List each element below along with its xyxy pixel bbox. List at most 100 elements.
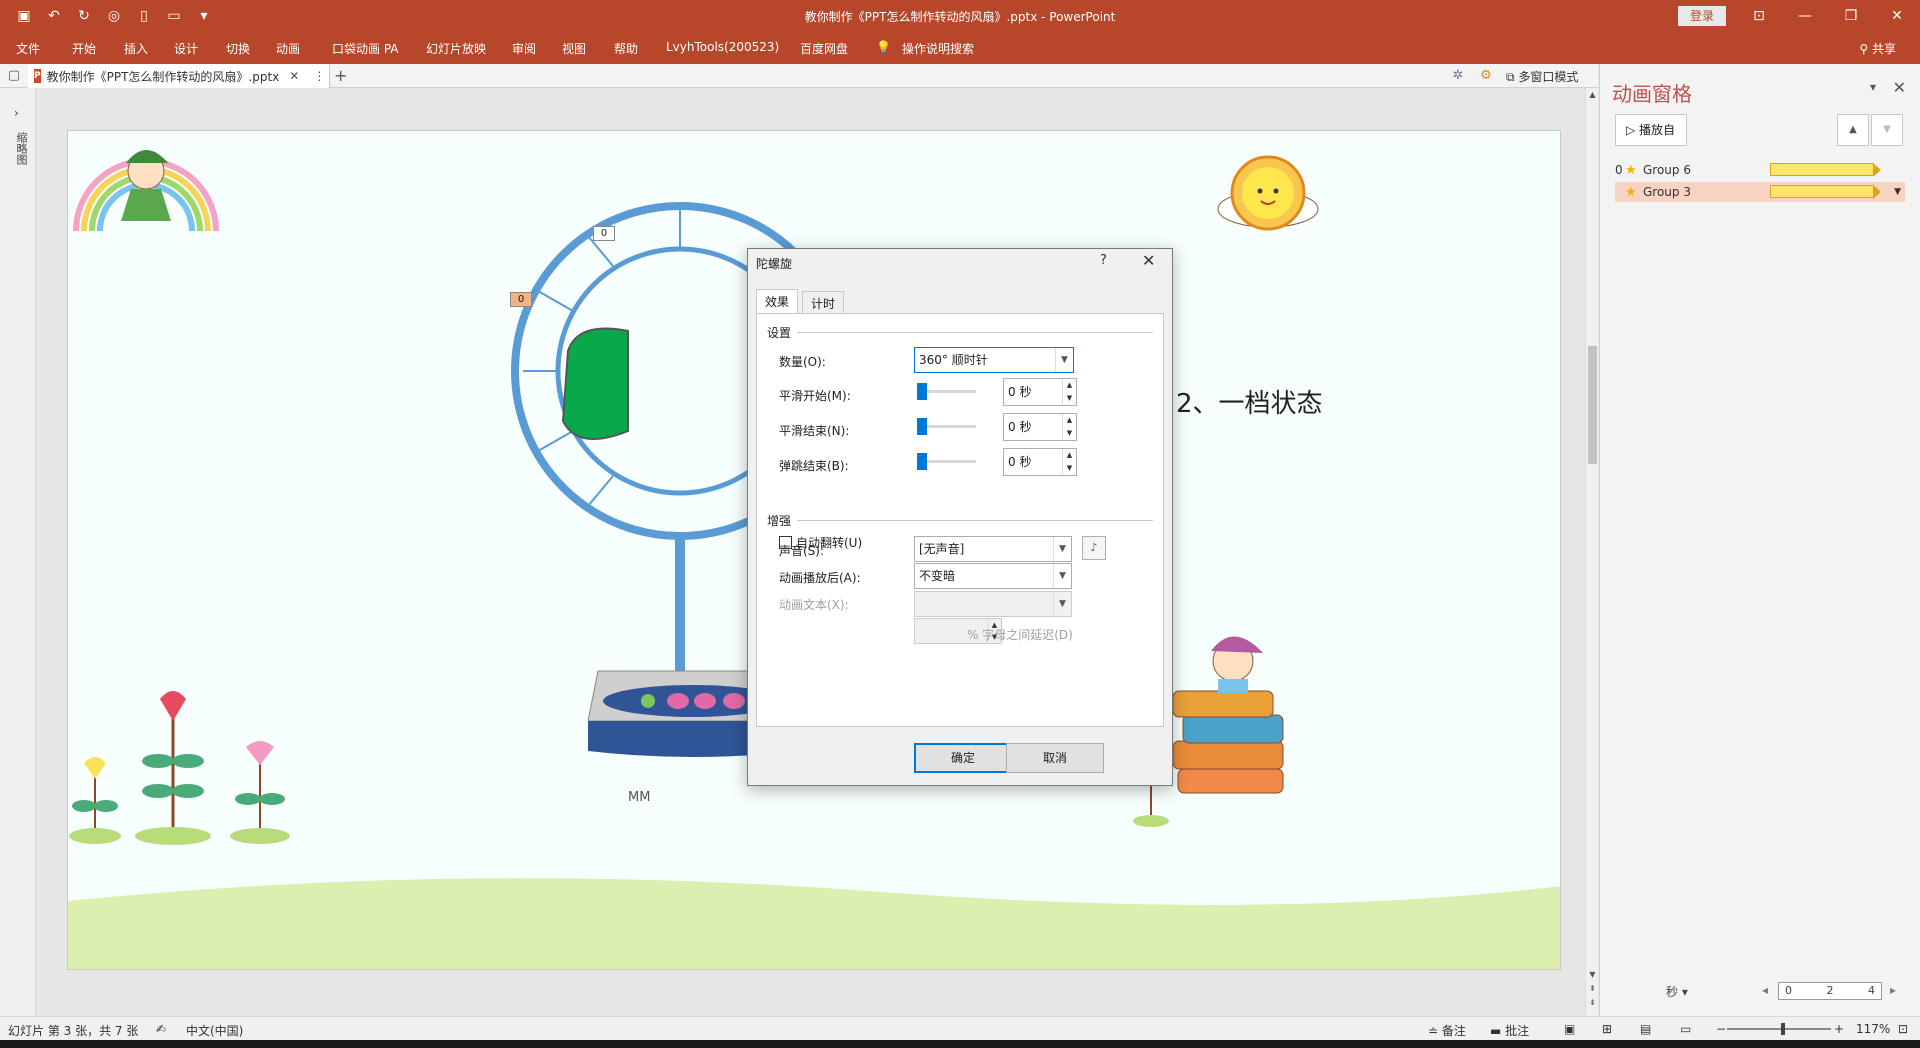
chevron-down-icon[interactable]: ▼ [1053,564,1071,588]
redo-icon[interactable]: ↻ [74,8,94,24]
spin-up-icon[interactable]: ▲ [1062,449,1076,462]
share-button[interactable]: ⚲ 共享 [1859,40,1896,57]
spellcheck-icon[interactable]: ✍ [156,1022,166,1036]
tab-insert[interactable]: 插入 [124,40,148,57]
slide-sorter-icon[interactable]: ⊞ [1602,1022,1612,1036]
slider-knob[interactable] [917,453,927,470]
pin-icon[interactable]: ✲ [1450,68,1466,84]
spin-down-icon[interactable]: ▼ [1062,462,1076,475]
zoom-in-icon[interactable]: + [1834,1022,1844,1036]
spin-down-icon[interactable]: ▼ [1062,427,1076,440]
smooth-start-input[interactable]: 0 秒 ▲ ▼ [1003,378,1077,406]
more-icon[interactable]: ⋮ [309,69,329,83]
help-icon[interactable]: ? [1100,253,1107,268]
smooth-end-input[interactable]: 0 秒 ▲ ▼ [1003,413,1077,441]
tab-baidu-netdisk[interactable]: 百度网盘 [800,40,848,57]
comments-button[interactable]: ▬ 批注 [1490,1022,1529,1039]
slideshow-icon[interactable]: ▭ [1680,1022,1691,1036]
expand-chevron-icon[interactable]: › [14,106,19,120]
tab-animations[interactable]: 动画 [276,40,300,57]
slide-title-text[interactable]: 2、一档状态 [1176,383,1323,420]
fit-to-window-icon[interactable]: ⊡ [1898,1022,1908,1036]
zoom-out-icon[interactable]: − [1716,1022,1726,1036]
spin-up-icon[interactable]: ▲ [1062,379,1076,392]
settings-gear-icon[interactable]: ⚙ [1478,68,1494,84]
animate-text-select[interactable]: ▼ [914,591,1072,617]
cancel-button[interactable]: 取消 [1006,743,1104,773]
zoom-level[interactable]: 117% [1856,1022,1890,1036]
play-from-button[interactable]: ▷ 播放自 [1615,114,1687,146]
document-tab[interactable]: P 教你制作《PPT怎么制作转动的风扇》.pptx ✕ ⋮ [28,64,330,88]
normal-view-icon[interactable]: ▣ [1564,1022,1575,1036]
slider-knob[interactable] [917,383,927,400]
timing-bar[interactable] [1770,163,1881,177]
scroll-up-icon[interactable]: ▲ [1586,90,1599,99]
timeline-unit[interactable]: 秒 ▾ [1666,983,1688,1000]
animation-item[interactable]: 0 ★ Group 6 [1615,160,1905,180]
multi-window-mode[interactable]: ⧉ 多窗口模式 [1506,68,1578,85]
new-tab-icon[interactable]: + [334,66,347,85]
chevron-down-icon[interactable]: ▼ [1053,592,1071,616]
tab-help[interactable]: 帮助 [614,40,638,57]
bounce-end-input[interactable]: 0 秒 ▲ ▼ [1003,448,1077,476]
minimize-icon[interactable]: — [1782,0,1828,32]
login-button[interactable]: 登录 [1678,6,1726,26]
tab-review[interactable]: 审阅 [512,40,536,57]
ribbon-display-icon[interactable]: ⊡ [1736,0,1782,32]
timeline-right-icon[interactable]: ▸ [1890,983,1896,997]
tab-file[interactable]: 文件 [16,40,40,57]
customize-icon[interactable]: ▾ [194,8,214,24]
tab-slideshow[interactable]: 幻灯片放映 [426,40,486,57]
close-pane-icon[interactable]: ✕ [1893,78,1906,97]
tab-design[interactable]: 设计 [174,40,198,57]
language-indicator[interactable]: 中文(中国) [186,1022,243,1039]
notes-button[interactable]: ≐ 备注 [1428,1022,1466,1039]
move-up-button[interactable]: ▲ [1837,114,1869,146]
tab-home[interactable]: 开始 [72,40,96,57]
zoom-slider[interactable] [1727,1028,1831,1030]
tab-transitions[interactable]: 切换 [226,40,250,57]
tab-effect[interactable]: 效果 [756,289,799,314]
after-animation-select[interactable]: 不变暗 ▼ [914,563,1072,589]
close-dialog-icon[interactable]: ✕ [1142,251,1155,270]
scroll-thumb[interactable] [1588,346,1597,464]
doc-menu-icon[interactable]: ▢ [6,68,22,84]
bounce-end-slider[interactable] [917,453,976,470]
chevron-down-icon[interactable]: ▼ [1055,348,1073,372]
thumbnail-label[interactable]: 缩略图 [13,132,29,165]
ok-button[interactable]: 确定 [914,743,1012,773]
close-window-icon[interactable]: ✕ [1874,0,1920,32]
tab-lvyhtools[interactable]: LvyhTools(200523) [666,40,779,54]
previous-slide-icon[interactable]: ⇞ [1586,984,1599,993]
new-icon[interactable]: ▯ [134,8,154,24]
spin-up-icon[interactable]: ▲ [1062,414,1076,427]
slider-knob[interactable] [917,418,927,435]
spin-down-icon[interactable]: ▼ [1062,392,1076,405]
animation-tag[interactable]: 0 [593,226,615,241]
smooth-start-slider[interactable] [917,383,976,400]
timeline-left-icon[interactable]: ◂ [1762,983,1768,997]
item-dropdown-icon[interactable]: ▼ [1894,187,1901,197]
smooth-end-slider[interactable] [917,418,976,435]
scroll-down-icon[interactable]: ▼ [1586,970,1599,979]
save-icon[interactable]: ▣ [14,8,34,24]
chevron-down-icon[interactable]: ▼ [1053,537,1071,561]
restore-icon[interactable]: ❐ [1828,0,1874,32]
animation-item[interactable]: ★ Group 3 ▼ [1615,182,1905,202]
tab-timing[interactable]: 计时 [802,291,845,313]
tell-me-search[interactable]: 操作说明搜索 [902,40,974,57]
present-icon[interactable]: ◎ [104,8,124,24]
vertical-scrollbar[interactable]: ▲ ▼ ⇞ ⇟ [1585,88,1598,1016]
open-icon[interactable]: ▭ [164,8,184,24]
sound-volume-icon[interactable]: ♪ [1082,536,1106,560]
close-tab-icon[interactable]: ✕ [285,69,303,83]
zoom-knob[interactable] [1781,1023,1785,1035]
next-slide-icon[interactable]: ⇟ [1586,998,1599,1007]
timing-bar[interactable] [1770,185,1881,199]
reading-view-icon[interactable]: ▤ [1640,1022,1651,1036]
amount-select[interactable]: 360° 顺时针 ▼ [914,347,1074,373]
tab-view[interactable]: 视图 [562,40,586,57]
animation-tag[interactable]: 0 [510,292,532,307]
pane-options-icon[interactable]: ▾ [1870,80,1876,94]
move-down-button[interactable]: ▼ [1871,114,1903,146]
